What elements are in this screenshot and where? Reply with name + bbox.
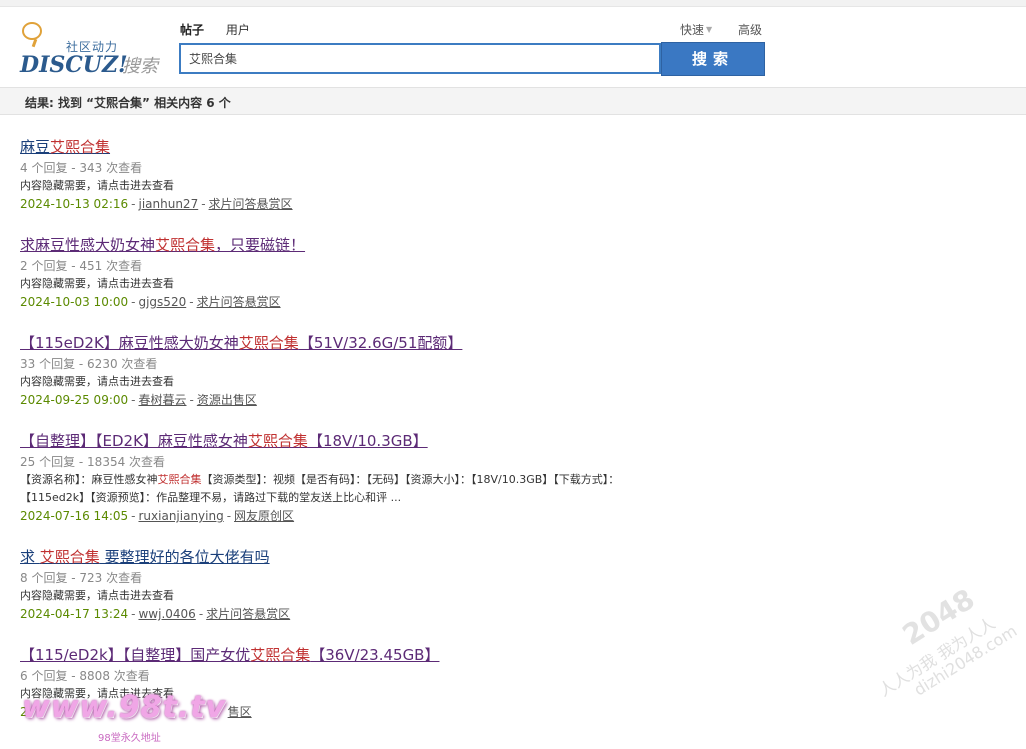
- result-forum-link[interactable]: 资源出售区: [197, 393, 257, 407]
- result-date: 2024-04-17 13:24: [20, 607, 129, 621]
- site-watermark-logo: www.98t.tv: [22, 690, 227, 725]
- title-text: 麻豆: [20, 138, 51, 156]
- meta-separator: -: [131, 509, 136, 523]
- title-text: 【36V/23.45GB】: [310, 646, 440, 664]
- snippet-highlight: 艾熙合集: [157, 473, 202, 486]
- title-text: 求麻豆性感大奶女神: [20, 236, 156, 254]
- result-author-link[interactable]: ruxianjianying: [138, 509, 223, 523]
- meta-separator: -: [198, 607, 204, 621]
- search-button[interactable]: 搜索: [661, 42, 765, 76]
- title-highlight: 艾熙合集: [39, 548, 100, 566]
- list-item: 【自整理】【ED2K】麻豆性感女神艾熙合集【18V/10.3GB】 25 个回复…: [20, 430, 1020, 525]
- tab-threads[interactable]: 帖子: [180, 21, 204, 38]
- search-box: [179, 43, 661, 74]
- title-text: ，只要磁链！: [215, 236, 306, 254]
- title-text: 要整理好的各位大佬有吗: [99, 548, 270, 566]
- list-item: 求麻豆性感大奶女神艾熙合集，只要磁链！ 2 个回复 - 451 次查看 内容隐藏…: [20, 234, 1020, 311]
- result-title-link[interactable]: 【115/eD2k】【自整理】国产女优艾熙合集【36V/23.45GB】: [20, 644, 439, 666]
- title-highlight: 艾熙合集: [50, 138, 111, 156]
- result-snippet-line2: 【115ed2k】【资源预览】：作品整理不易，请路过下载的堂友送上比心和评 ..…: [20, 491, 402, 504]
- discuz-logo[interactable]: 社区动力 DISCUZ! 搜索: [20, 20, 170, 78]
- result-title-link[interactable]: 求 艾熙合集 要整理好的各位大佬有吗: [20, 546, 270, 568]
- meta-separator: -: [131, 607, 136, 621]
- result-summary-bar: 结果: 找到 “艾熙合集” 相关内容 6 个: [0, 87, 1026, 115]
- logo-brand-text: DISCUZ!: [20, 52, 128, 78]
- title-text: 【51V/32.6G/51配额】: [298, 334, 463, 352]
- result-snippet: 内容隐藏需要，请点击进去查看: [20, 277, 174, 290]
- logo-search-text: 搜索: [122, 56, 158, 77]
- result-snippet: 【资源名称】：麻豆性感女神艾熙合集【资源类型】：视频【是否有码】：【无码】【资源…: [20, 471, 1020, 489]
- result-date: 2024-10-03 10:00: [20, 295, 129, 309]
- result-author-link[interactable]: wwj.0406: [138, 607, 195, 621]
- title-highlight: 艾熙合集: [238, 334, 299, 352]
- meta-separator: -: [226, 509, 232, 523]
- result-stats: 4 个回复 - 343 次查看: [20, 161, 143, 175]
- list-item: 麻豆艾熙合集 4 个回复 - 343 次查看 内容隐藏需要，请点击进去查看 20…: [20, 136, 1020, 213]
- result-forum-link[interactable]: 网友原创区: [234, 509, 294, 523]
- tab-users[interactable]: 用户: [226, 21, 250, 38]
- result-stats: 33 个回复 - 6230 次查看: [20, 357, 158, 371]
- search-mode-links: 快速 ▼ 高级: [680, 21, 762, 38]
- quick-search-label: 快速: [680, 23, 705, 37]
- result-snippet: 内容隐藏需要，请点击进去查看: [20, 589, 174, 602]
- result-forum-link[interactable]: 售区: [228, 705, 252, 719]
- result-author-link[interactable]: gjgs520: [138, 295, 186, 309]
- snippet-text: 【资源类型】：视频【是否有码】：【无码】【资源大小】：【18V/10.3GB】【…: [201, 473, 620, 486]
- top-strip: [0, 0, 1026, 7]
- result-date: 2024-07-16 14:05: [20, 509, 129, 523]
- result-author-link[interactable]: jianhun27: [138, 197, 198, 211]
- title-highlight: 艾熙合集: [247, 432, 308, 450]
- quick-search-dropdown[interactable]: 快速 ▼: [680, 23, 712, 37]
- title-text: 【18V/10.3GB】: [307, 432, 428, 450]
- meta-separator: -: [189, 393, 194, 407]
- result-stats: 8 个回复 - 723 次查看: [20, 571, 143, 585]
- result-title-link[interactable]: 麻豆艾熙合集: [20, 136, 110, 158]
- chevron-down-icon: ▼: [706, 25, 713, 34]
- meta-separator: -: [189, 295, 194, 309]
- result-snippet: 内容隐藏需要，请点击进去查看: [20, 179, 174, 192]
- site-watermark-subtext: 98堂永久地址: [98, 733, 161, 744]
- result-date: 2024-09-25 09:00: [20, 393, 129, 407]
- meta-separator: -: [131, 393, 136, 407]
- title-text: 求: [20, 548, 40, 566]
- speech-bubble-icon: [22, 22, 42, 40]
- result-title-link[interactable]: 【自整理】【ED2K】麻豆性感女神艾熙合集【18V/10.3GB】: [20, 430, 428, 452]
- title-highlight: 艾熙合集: [155, 236, 216, 254]
- result-forum-link[interactable]: 求片问答悬赏区: [206, 607, 290, 621]
- result-stats: 2 个回复 - 451 次查看: [20, 259, 143, 273]
- result-summary: 结果: 找到 “艾熙合集” 相关内容 6 个: [25, 96, 231, 110]
- result-meta: 2024-10-13 02:16- jianhun27- 求片问答悬赏区: [20, 195, 1020, 213]
- result-title-link[interactable]: 【115eD2K】麻豆性感大奶女神艾熙合集【51V/32.6G/51配额】: [20, 332, 462, 354]
- snippet-text: 【资源名称】：麻豆性感女神: [20, 473, 158, 486]
- result-snippet: 内容隐藏需要，请点击进去查看: [20, 375, 174, 388]
- meta-separator: -: [201, 197, 206, 211]
- meta-separator: -: [131, 295, 136, 309]
- result-meta: 2024-07-16 14:05- ruxianjianying - 网友原创区: [20, 507, 1020, 525]
- result-stats: 25 个回复 - 18354 次查看: [20, 455, 166, 469]
- result-title-link[interactable]: 求麻豆性感大奶女神艾熙合集，只要磁链！: [20, 234, 305, 256]
- search-type-tabs: 帖子 用户: [180, 21, 268, 38]
- list-item: 【115eD2K】麻豆性感大奶女神艾熙合集【51V/32.6G/51配额】 33…: [20, 332, 1020, 409]
- result-meta: 2024-09-25 09:00- 春树暮云 - 资源出售区: [20, 391, 1020, 409]
- title-text: 【自整理】【ED2K】麻豆性感女神: [20, 432, 248, 450]
- result-author-link[interactable]: 春树暮云: [138, 393, 186, 407]
- search-input[interactable]: [181, 45, 659, 72]
- search-results-page: 社区动力 DISCUZ! 搜索 帖子 用户 快速▼ 高级 搜索 结果: 找到 “…: [0, 0, 1026, 749]
- result-meta: 2024-10-03 10:00- gjgs520- 求片问答悬赏区: [20, 293, 1020, 311]
- result-forum-link[interactable]: 求片问答悬赏区: [197, 295, 281, 309]
- advanced-search-link[interactable]: 高级: [738, 23, 762, 37]
- meta-separator: -: [131, 197, 136, 211]
- title-text: 【115/eD2k】【自整理】国产女优: [20, 646, 251, 664]
- result-date: 2024-10-13 02:16: [20, 197, 129, 211]
- title-text: 【115eD2K】麻豆性感大奶女神: [20, 334, 239, 352]
- title-highlight: 艾熙合集: [250, 646, 311, 664]
- result-forum-link[interactable]: 求片问答悬赏区: [209, 197, 293, 211]
